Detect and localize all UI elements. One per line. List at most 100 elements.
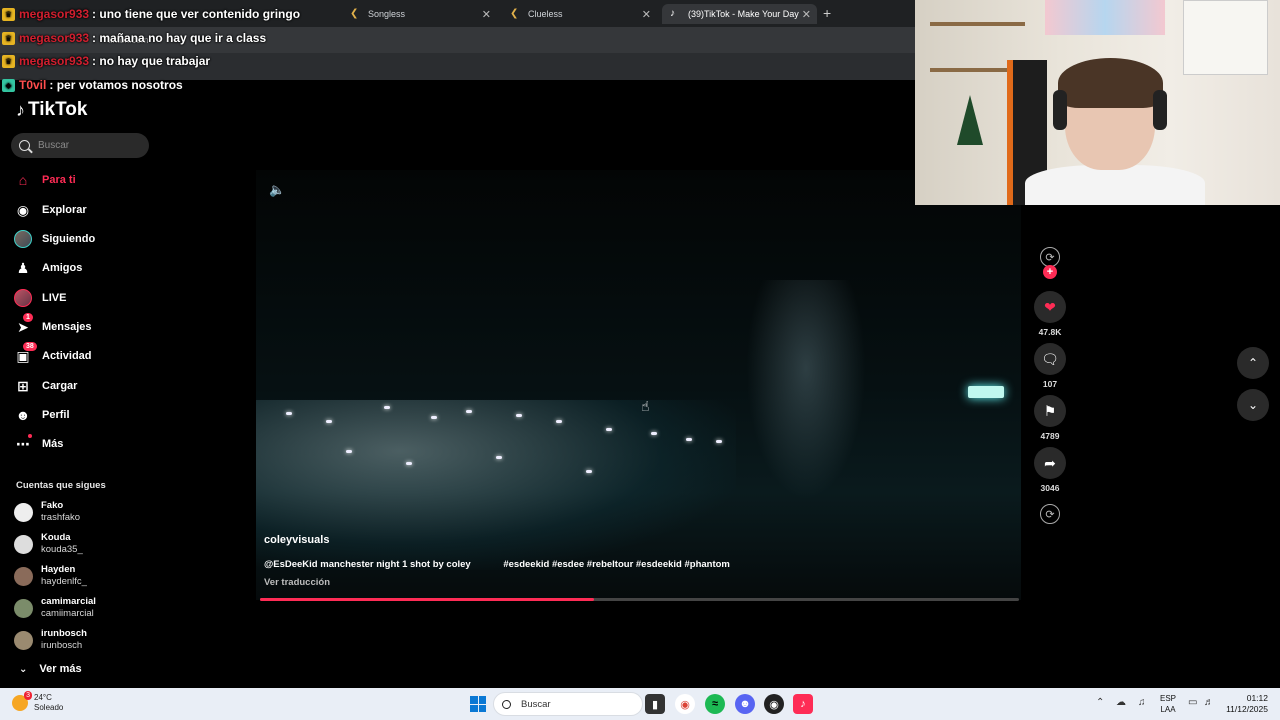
chat-message: ♛ megasor933 : no hay que trabajar — [2, 52, 210, 70]
taskbar: 3 24°C Soleado Buscar ▮ ◉ ≈ ☻ ◉ ♪ ⌃ ☁ ♫ E… — [0, 688, 1280, 720]
video-progress-fill — [260, 598, 594, 601]
bookmark-icon: ⚑ — [1043, 402, 1057, 419]
follow-button[interactable]: + — [1043, 265, 1057, 279]
tiktok-app-icon[interactable]: ♪ — [793, 694, 813, 714]
search-box[interactable] — [11, 133, 149, 158]
close-icon[interactable]: ✕ — [802, 8, 811, 21]
chat-message: ◆ T0vil : per votamos nosotros — [2, 76, 183, 94]
creator-avatar[interactable]: ⟳ — [1040, 247, 1060, 267]
weather-badge: 3 — [24, 691, 32, 700]
friends-icon: ♟ — [16, 259, 30, 276]
sidebar-item-explorar[interactable]: ◉ Explorar — [14, 198, 154, 222]
video-hashtags[interactable]: #esdeekid #esdee #rebeltour #esdeekid #p… — [503, 559, 730, 570]
tab-clueless[interactable]: ❮ Clueless ✕ — [502, 4, 657, 24]
previous-video-button[interactable]: ⌃ — [1237, 347, 1269, 379]
webcam-person-hair — [1058, 58, 1163, 108]
chrome-icon[interactable]: ◉ — [675, 694, 695, 714]
spotify-icon[interactable]: ≈ — [705, 694, 725, 714]
save-button[interactable]: ⚑ — [1034, 395, 1066, 427]
comment-count: 107 — [1042, 379, 1058, 389]
search-icon — [502, 699, 511, 709]
profile-icon: ☻ — [15, 407, 31, 423]
avatar — [14, 566, 33, 586]
tiktok-logo[interactable]: ♪ TikTok — [16, 99, 87, 121]
next-video-button[interactable]: ⌄ — [1237, 389, 1269, 421]
comment-icon: 🗨 — [1041, 350, 1059, 367]
phone-light — [346, 450, 352, 453]
sidebar-item-live[interactable]: LIVE — [14, 286, 154, 310]
chevron-icon: ❮ — [350, 8, 359, 19]
tab-songless[interactable]: ❮ Songless ✕ — [342, 4, 497, 24]
sidebar-item-cargar[interactable]: ⊞ Cargar — [14, 374, 154, 398]
sidebar-item-siguiendo[interactable]: Siguiendo — [14, 227, 154, 251]
following-account[interactable]: Hayden haydenlfc_ — [14, 564, 87, 588]
network-tray-icon[interactable]: ☁ — [1116, 697, 1126, 708]
avatar — [14, 630, 33, 650]
following-account[interactable]: camimarcial camiimarcial — [14, 596, 96, 620]
video-progress-bar[interactable] — [260, 598, 1019, 601]
file-explorer-icon[interactable]: ▮ — [645, 694, 665, 714]
new-tab-button[interactable]: + — [823, 5, 831, 21]
music-disc[interactable]: ⟳ — [1040, 504, 1060, 524]
comment-button[interactable]: 🗨 — [1034, 343, 1066, 375]
weather-widget[interactable]: 3 24°C Soleado — [12, 691, 63, 713]
video-description: @EsDeeKid manchester night 1 shot by col… — [264, 559, 730, 570]
video-author[interactable]: coleyvisuals — [264, 534, 329, 546]
live-icon — [14, 289, 32, 307]
see-more-link[interactable]: ⌄ Ver más — [19, 663, 82, 675]
obs-icon[interactable]: ◉ — [764, 694, 784, 714]
share-button[interactable]: ➦ — [1034, 447, 1066, 479]
volume-tray-icon[interactable]: ♬ — [1204, 697, 1214, 708]
language-indicator[interactable]: ESP LAA — [1160, 693, 1176, 715]
volume-icon[interactable]: 🔈 — [269, 182, 285, 198]
subscriber-badge-icon: ♛ — [2, 31, 15, 45]
phone-light — [686, 438, 692, 441]
sidebar-item-actividad[interactable]: ▣ 38 Actividad — [14, 342, 154, 368]
share-icon: ➦ — [1044, 454, 1056, 471]
sidebar-item-mas[interactable]: ⋯ Más — [14, 432, 154, 456]
chevron-up-icon[interactable]: ⌃ — [1096, 697, 1104, 708]
hand-cursor-icon: ☝ — [641, 398, 650, 414]
taskbar-clock[interactable]: 01:12 11/12/2025 — [1218, 693, 1268, 715]
windows-start-icon[interactable] — [470, 696, 486, 712]
sidebar-item-amigos[interactable]: ♟ Amigos — [14, 256, 154, 280]
following-account[interactable]: irunbosch irunbosch — [14, 628, 87, 652]
phone-light — [496, 456, 502, 459]
following-account[interactable]: Fako trashfako — [14, 500, 80, 524]
chevron-down-icon: ⌄ — [19, 663, 28, 675]
webcam-feed — [915, 0, 1280, 205]
video-player[interactable] — [256, 170, 1021, 600]
avatar — [14, 502, 33, 522]
phone-light — [286, 412, 292, 415]
sidebar-item-para-ti[interactable]: ⌂ Para ti — [14, 168, 154, 192]
monitor-icon[interactable]: ▭ — [1188, 697, 1197, 708]
phone-light — [556, 420, 562, 423]
like-button[interactable]: ❤ — [1034, 291, 1066, 323]
taskbar-search[interactable]: Buscar — [493, 692, 643, 716]
avatar — [14, 598, 33, 618]
phone-light — [326, 420, 332, 423]
phone-light — [606, 428, 612, 431]
chevron-up-icon: ⌃ — [1247, 356, 1259, 370]
chat-message: ♛ megasor933 : mañana no hay que ir a cl… — [2, 29, 266, 47]
compass-icon: ◉ — [16, 201, 30, 218]
sidebar-item-perfil[interactable]: ☻ Perfil — [14, 403, 154, 427]
search-input[interactable] — [38, 140, 138, 151]
search-icon — [19, 140, 30, 151]
following-account[interactable]: Kouda kouda35_ — [14, 532, 83, 556]
following-avatar-icon — [14, 230, 32, 248]
sidebar-item-mensajes[interactable]: ➤ 1 Mensajes — [14, 313, 154, 339]
chat-message: ♛ megasor933 : uno tiene que ver conteni… — [2, 5, 300, 23]
save-count: 4789 — [1040, 431, 1060, 441]
phone-light — [716, 440, 722, 443]
discord-icon[interactable]: ☻ — [735, 694, 755, 714]
close-icon[interactable]: ✕ — [642, 8, 651, 21]
home-icon: ⌂ — [18, 172, 28, 188]
chevron-down-icon: ⌄ — [1247, 398, 1259, 412]
messages-badge: 1 — [23, 313, 33, 322]
translate-link[interactable]: Ver traducción — [264, 577, 330, 588]
more-icon: ⋯ — [16, 434, 32, 452]
tab-tiktok[interactable]: ♪ (39)TikTok - Make Your Day ✕ — [662, 4, 817, 24]
close-icon[interactable]: ✕ — [482, 8, 491, 21]
microphone-icon[interactable]: ♫ — [1138, 697, 1146, 708]
